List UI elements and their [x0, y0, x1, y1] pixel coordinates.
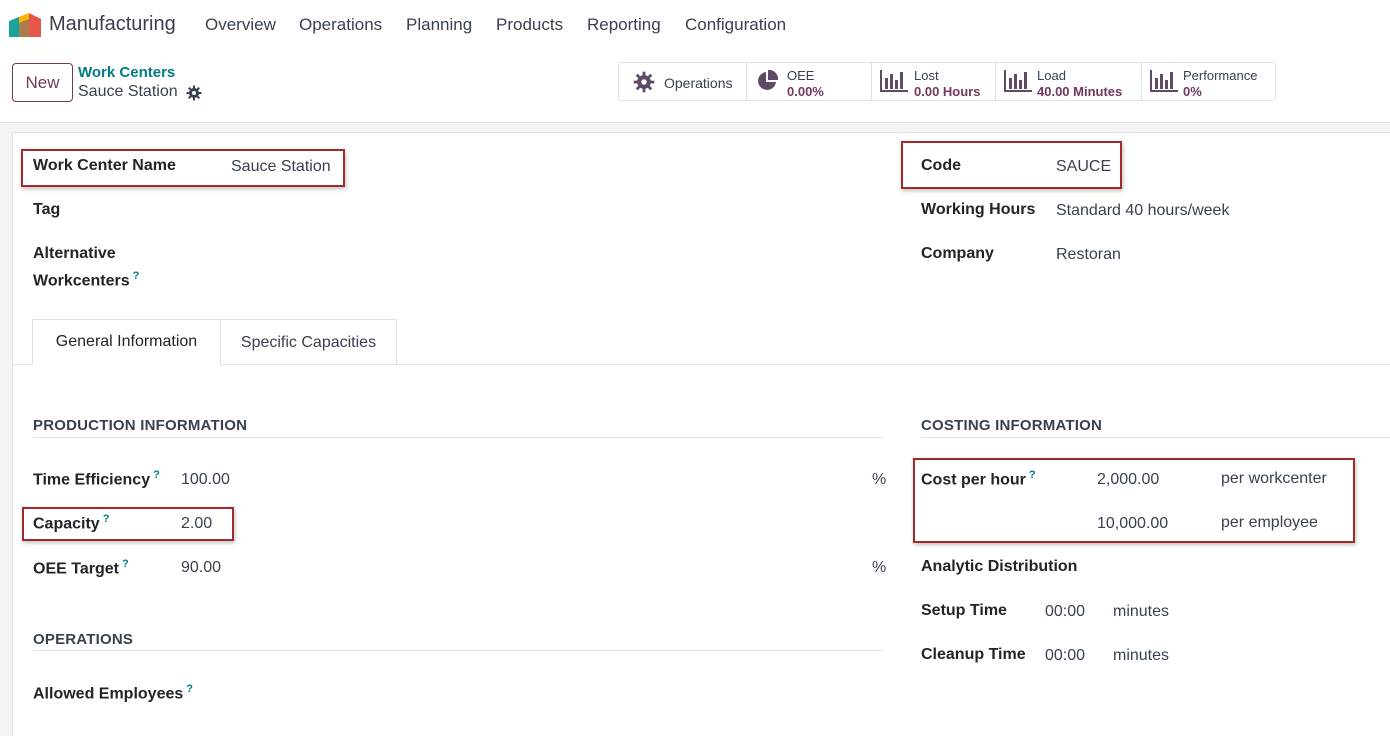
allowed-employees-label: Allowed Employees?: [33, 683, 193, 703]
performance-smart-button[interactable]: Performance 0%: [1142, 63, 1275, 100]
alternative-workcenters-label-line1: Alternative: [33, 245, 116, 262]
operations-label: Operations: [664, 75, 733, 91]
bar-chart-icon: [880, 70, 908, 92]
working-hours-label: Working Hours: [921, 201, 1036, 218]
app-name[interactable]: Manufacturing: [49, 13, 176, 36]
costing-information-title: COSTING INFORMATION: [921, 417, 1103, 434]
section-divider: [921, 437, 1390, 438]
highlight-box-capacity: [22, 507, 234, 541]
alternative-workcenters-input[interactable]: [231, 258, 831, 280]
analytic-distribution-input[interactable]: [1090, 558, 1380, 580]
manufacturing-app-icon[interactable]: [9, 13, 41, 37]
section-divider: [33, 437, 883, 438]
cleanup-time-label: Cleanup Time: [921, 646, 1026, 663]
tab-general-information[interactable]: General Information: [32, 319, 221, 365]
menu-planning[interactable]: Planning: [406, 15, 472, 35]
oee-target-label-text: OEE Target: [33, 560, 119, 578]
time-efficiency-input[interactable]: 100.00: [181, 471, 230, 489]
oee-smart-button[interactable]: OEE 0.00%: [747, 63, 872, 100]
load-label: Load: [1037, 68, 1066, 83]
percent-unit: %: [872, 559, 887, 576]
oee-label: OEE: [787, 68, 815, 83]
time-efficiency-label-text: Time Efficiency: [33, 471, 151, 489]
gear-icon: [633, 71, 655, 93]
cleanup-minutes-unit: minutes: [1113, 647, 1170, 664]
oee-value: 0.00%: [787, 84, 824, 99]
operations-smart-button[interactable]: Operations: [619, 63, 747, 100]
performance-label: Performance: [1183, 68, 1258, 83]
oee-target-input[interactable]: 90.00: [181, 559, 221, 577]
menu-configuration[interactable]: Configuration: [685, 15, 786, 35]
help-tooltip-icon[interactable]: ?: [122, 558, 129, 570]
lost-value: 0.00 Hours: [914, 84, 981, 99]
menu-products[interactable]: Products: [496, 15, 563, 35]
analytic-distribution-label: Analytic Distribution: [921, 558, 1078, 575]
working-hours-input[interactable]: Standard 40 hours/week: [1056, 202, 1229, 220]
percent-unit: %: [872, 471, 887, 488]
new-button[interactable]: New: [12, 63, 73, 102]
tab-specific-capacities[interactable]: Specific Capacities: [221, 319, 397, 365]
operations-section-title: OPERATIONS: [33, 631, 134, 648]
setup-time-label: Setup Time: [921, 602, 1007, 619]
top-navbar: Manufacturing Overview Operations Planni…: [0, 0, 1390, 50]
menu-reporting[interactable]: Reporting: [587, 15, 661, 35]
load-smart-button[interactable]: Load 40.00 Minutes: [996, 63, 1142, 100]
highlight-box-code: [901, 141, 1122, 189]
tag-label: Tag: [33, 201, 61, 218]
allowed-employees-label-text: Allowed Employees: [33, 685, 184, 703]
bar-chart-icon: [1150, 70, 1178, 92]
setup-time-input[interactable]: 00:00: [1045, 603, 1085, 621]
help-tooltip-icon[interactable]: ?: [186, 683, 193, 695]
help-tooltip-icon[interactable]: ?: [153, 469, 160, 481]
cleanup-time-input[interactable]: 00:00: [1045, 647, 1085, 665]
breadcrumb-current: Sauce Station: [78, 83, 178, 100]
breadcrumb-work-centers[interactable]: Work Centers: [78, 64, 175, 81]
load-value: 40.00 Minutes: [1037, 84, 1123, 99]
alternative-workcenters-label-line2: Workcenters: [33, 272, 130, 290]
menu-overview[interactable]: Overview: [205, 15, 276, 35]
smart-buttons: Operations OEE 0.00% Lost 0.00 Hours Loa…: [618, 62, 1276, 101]
lost-label: Lost: [914, 68, 939, 83]
allowed-employees-input[interactable]: [200, 684, 880, 706]
time-efficiency-label: Time Efficiency?: [33, 469, 160, 489]
help-tooltip-icon[interactable]: ?: [133, 270, 140, 282]
menu-operations[interactable]: Operations: [299, 15, 382, 35]
alternative-workcenters-label: Workcenters?: [33, 270, 139, 290]
performance-value: 0%: [1183, 84, 1202, 99]
highlight-box-cost: [913, 458, 1355, 543]
tag-input[interactable]: [231, 201, 831, 223]
company-input[interactable]: Restoran: [1056, 246, 1121, 264]
highlight-box-name: [21, 149, 345, 187]
bar-chart-icon: [1004, 70, 1032, 92]
lost-smart-button[interactable]: Lost 0.00 Hours: [872, 63, 996, 100]
oee-target-label: OEE Target?: [33, 558, 129, 578]
gear-icon[interactable]: [186, 85, 202, 101]
pie-chart-icon: [758, 69, 779, 90]
setup-minutes-unit: minutes: [1113, 603, 1170, 620]
production-information-title: PRODUCTION INFORMATION: [33, 417, 248, 434]
section-divider: [33, 650, 883, 651]
company-label: Company: [921, 245, 994, 262]
